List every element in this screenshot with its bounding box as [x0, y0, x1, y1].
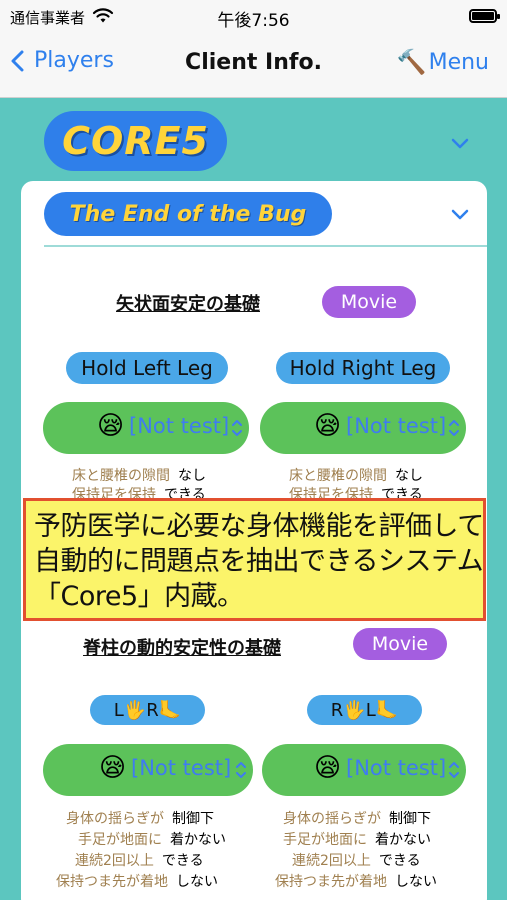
- chevron-up-down-icon: [449, 420, 459, 436]
- result-row: 保持つま先が着地 しない: [56, 871, 218, 891]
- promo-banner: 予防医学に必要な身体機能を評価して 自動的に問題点を抽出できるシステム 「Cor…: [23, 498, 486, 621]
- sleepy-face-icon: 😪: [314, 753, 342, 783]
- result-row: 身体の揺らぎが 制御下: [66, 808, 214, 828]
- sleepy-face-icon: 😪: [97, 411, 125, 441]
- result-label: 床と腰椎の隙間: [72, 468, 170, 484]
- result-value: しない: [176, 874, 218, 890]
- result-row: 床と腰椎の隙間 なし: [289, 465, 423, 485]
- left-leg-result-select[interactable]: 😪 [Not test]: [43, 402, 249, 454]
- right-stability-result-select[interactable]: 😪 [Not test]: [262, 744, 466, 796]
- chevron-left-icon: [11, 50, 24, 71]
- hand-icon: 🖐: [343, 699, 366, 721]
- sleepy-face-icon: 😪: [314, 411, 342, 441]
- pill-letter: L: [113, 699, 124, 721]
- result-value: しない: [395, 874, 437, 890]
- hammer-icon: 🔨: [396, 48, 427, 76]
- back-button[interactable]: Players: [10, 48, 114, 73]
- chevron-up-down-icon: [236, 762, 246, 778]
- result-row: 連続2回以上 できる: [75, 850, 204, 870]
- core5-logo: CORE5: [44, 111, 227, 171]
- pill-letter: R: [146, 699, 159, 721]
- result-label: 手足が地面に: [78, 832, 162, 848]
- chevron-down-icon[interactable]: [451, 138, 469, 150]
- select-value: [Not test]: [131, 756, 232, 780]
- result-label: 身体の揺らぎが: [283, 811, 381, 827]
- result-row: 床と腰椎の隙間 なし: [72, 465, 206, 485]
- result-label: 床と腰椎の隙間: [289, 468, 387, 484]
- battery-icon: [469, 9, 500, 23]
- select-value: [Not test]: [129, 414, 230, 438]
- chevron-down-icon[interactable]: [451, 209, 469, 221]
- result-label: 保持つま先が着地: [56, 874, 168, 890]
- select-value: [Not test]: [346, 414, 447, 438]
- result-value: なし: [178, 468, 206, 484]
- result-label: 連続2回以上: [75, 853, 154, 869]
- result-value: できる: [161, 853, 204, 869]
- section-title-sagittal: 矢状面安定の基礎: [116, 294, 260, 315]
- result-label: 連続2回以上: [292, 853, 371, 869]
- result-row: 連続2回以上 できる: [292, 850, 421, 870]
- menu-label: Menu: [428, 49, 489, 75]
- clock: 午後7:56: [217, 11, 290, 31]
- result-label: 保持つま先が着地: [275, 874, 387, 890]
- result-row: 保持つま先が着地 しない: [275, 871, 437, 891]
- navigation-bar: Players Client Info. 🔨 Menu: [0, 36, 507, 98]
- pill-letter: R: [330, 699, 344, 721]
- right-hand-left-foot-label: R 🖐 L 🦶: [307, 695, 422, 725]
- back-label: Players: [34, 48, 114, 73]
- pill-letter: L: [365, 699, 376, 721]
- banner-line: 予防医学に必要な身体機能を評価して: [34, 511, 484, 542]
- left-stability-result-select[interactable]: 😪 [Not test]: [43, 744, 253, 796]
- left-hand-right-foot-label: L 🖐 R 🦶: [90, 695, 205, 725]
- status-bar: 通信事業者 午後7:56: [0, 0, 507, 36]
- result-value: 着かない: [170, 832, 226, 848]
- foot-icon: 🦶: [158, 699, 182, 721]
- end-of-bug-logo: The End of the Bug: [44, 192, 332, 236]
- result-value: 制御下: [172, 811, 214, 827]
- result-value: なし: [395, 468, 423, 484]
- section-title-spinal: 脊柱の動的安定性の基礎: [83, 638, 281, 659]
- sleepy-face-icon: 😪: [99, 753, 127, 783]
- result-row: 身体の揺らぎが 制御下: [283, 808, 431, 828]
- select-value: [Not test]: [346, 756, 447, 780]
- movie-button[interactable]: Movie: [322, 286, 416, 318]
- hand-icon: 🖐: [123, 699, 147, 721]
- divider: [44, 245, 487, 247]
- banner-line: 自動的に問題点を抽出できるシステム: [34, 546, 484, 577]
- hold-right-leg-label: Hold Right Leg: [276, 352, 450, 384]
- foot-icon: 🦶: [375, 699, 399, 721]
- movie-button[interactable]: Movie: [353, 628, 447, 660]
- result-label: 手足が地面に: [283, 832, 367, 848]
- result-value: 着かない: [375, 832, 431, 848]
- result-row: 手足が地面に 着かない: [78, 829, 226, 849]
- result-label: 身体の揺らぎが: [66, 811, 164, 827]
- banner-line: 「Core5」内蔵。: [34, 581, 244, 612]
- chevron-up-down-icon: [449, 762, 459, 778]
- chevron-up-down-icon: [232, 420, 242, 436]
- result-value: できる: [378, 853, 421, 869]
- result-value: 制御下: [389, 811, 431, 827]
- hold-left-leg-label: Hold Left Leg: [66, 352, 228, 384]
- result-row: 手足が地面に 着かない: [283, 829, 431, 849]
- right-leg-result-select[interactable]: 😪 [Not test]: [260, 402, 466, 454]
- menu-button[interactable]: 🔨 Menu: [397, 48, 489, 76]
